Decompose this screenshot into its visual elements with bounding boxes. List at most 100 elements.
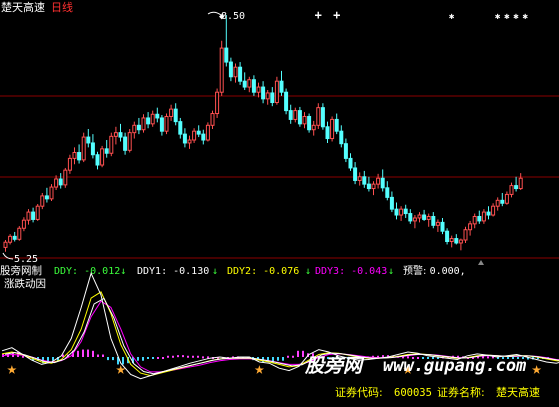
candle-body-down bbox=[58, 178, 63, 186]
candle-body-up bbox=[472, 215, 477, 225]
candle-body-down bbox=[366, 183, 371, 190]
candle-body-down bbox=[339, 130, 344, 145]
candle-body-up bbox=[150, 113, 155, 125]
ddy-bar bbox=[87, 349, 89, 357]
candle-body-down bbox=[270, 92, 275, 104]
candle-body-down bbox=[325, 126, 330, 140]
signal-star-icon: ★ bbox=[116, 359, 126, 379]
watermark: 股旁网 www.gupang.com bbox=[304, 355, 527, 377]
candle-body-down bbox=[408, 213, 413, 222]
ddy-bar bbox=[152, 357, 154, 359]
candle-body-down bbox=[86, 136, 91, 144]
candle-body-down bbox=[90, 142, 95, 156]
ddy-bar bbox=[22, 355, 24, 358]
ddy-bar bbox=[182, 355, 184, 358]
candle-body-down bbox=[288, 110, 293, 120]
marker-asterisk-icon: ✱ bbox=[504, 12, 510, 22]
candle-body-up bbox=[17, 227, 22, 240]
alert-legend: 预警: 0.000, bbox=[403, 264, 466, 277]
candle-body-up bbox=[274, 80, 279, 104]
candle-body-up bbox=[316, 107, 321, 126]
marker-asterisk-icon: ✱ bbox=[523, 12, 529, 22]
candle-body-up bbox=[495, 199, 500, 207]
candle-body-down bbox=[178, 121, 183, 135]
candle bbox=[307, 113, 312, 133]
candle-body-up bbox=[40, 195, 45, 207]
chart-root[interactable]: ◆ + + ✱ ✱ ✱ ✱ ✱ 8.50 5.25 楚天高速 日线 股旁网制 DDY: -0.… bbox=[0, 0, 559, 407]
ddy-bar bbox=[177, 355, 179, 358]
ddy-bar bbox=[107, 357, 109, 361]
candle bbox=[100, 145, 105, 168]
candle-body-up bbox=[371, 183, 376, 190]
ddy-bar bbox=[277, 357, 279, 361]
candle-body-up bbox=[468, 223, 473, 231]
candle-body-down bbox=[173, 108, 178, 123]
candle bbox=[330, 116, 335, 142]
candle-body-down bbox=[284, 91, 289, 112]
ddy-bar bbox=[187, 355, 189, 358]
ddy-bar bbox=[112, 357, 114, 361]
footer-info: 证券代码: 600035 证券名称: 楚天高速 bbox=[335, 385, 540, 399]
candle-body-up bbox=[458, 239, 463, 244]
candle-body-up bbox=[417, 214, 422, 219]
code-label: 证券代码: bbox=[335, 385, 383, 399]
candle-body-down bbox=[394, 208, 399, 216]
candle bbox=[49, 184, 54, 202]
candle-body-down bbox=[146, 117, 151, 125]
candle-body-up bbox=[481, 211, 486, 222]
watermark-brand: 股旁网 bbox=[304, 355, 365, 377]
ddy3-legend: DDY3: -0.043 bbox=[315, 266, 387, 277]
ddy-bar bbox=[202, 356, 204, 359]
candle bbox=[205, 122, 210, 142]
candle bbox=[35, 203, 40, 221]
candle-body-down bbox=[486, 211, 491, 216]
candle-body-up bbox=[518, 177, 523, 190]
marker-asterisk-icon: ✱ bbox=[513, 12, 519, 22]
candle-body-up bbox=[210, 113, 215, 126]
candle-body-up bbox=[54, 178, 59, 188]
candle-body-down bbox=[353, 167, 358, 181]
candle bbox=[215, 88, 220, 118]
ddy-bar bbox=[287, 355, 289, 358]
candle-body-up bbox=[435, 221, 440, 226]
candle-body-up bbox=[109, 135, 114, 154]
high-price-label: 8.50 bbox=[221, 11, 245, 22]
candle-body-up bbox=[376, 177, 381, 185]
ddy-bar bbox=[192, 355, 194, 358]
candle-body-down bbox=[104, 148, 109, 154]
candle-body-up bbox=[26, 211, 31, 221]
candle-body-down bbox=[12, 235, 17, 240]
stock-name-title: 楚天高速 bbox=[1, 0, 45, 14]
candle-body-down bbox=[95, 154, 100, 166]
candle-body-up bbox=[504, 193, 509, 204]
candle-body-down bbox=[242, 80, 247, 88]
ddy-bar bbox=[282, 357, 284, 361]
candle-body-down bbox=[238, 66, 243, 82]
candle-body-down bbox=[307, 115, 312, 131]
marker-asterisk-icon: ✱ bbox=[495, 12, 501, 22]
candle-body-down bbox=[343, 143, 348, 159]
ddy-bar bbox=[162, 357, 164, 359]
ddy-bar bbox=[142, 357, 144, 361]
candle-body-down bbox=[334, 118, 339, 132]
candle bbox=[127, 128, 132, 153]
ddy-bar bbox=[102, 354, 104, 357]
ddy-bar bbox=[197, 355, 199, 358]
candle-body-down bbox=[348, 157, 353, 169]
candle-body-up bbox=[35, 205, 40, 220]
candle-body-up bbox=[100, 148, 105, 166]
candle-body-down bbox=[385, 187, 390, 198]
candle-body-down bbox=[445, 230, 450, 242]
candle-body-up bbox=[219, 47, 224, 93]
candle-body-up bbox=[293, 110, 298, 120]
ddy-bar bbox=[172, 355, 174, 358]
ddy2-legend: DDY2: -0.076 bbox=[227, 266, 299, 277]
candle-body-down bbox=[403, 208, 408, 215]
candle-body-up bbox=[215, 91, 220, 115]
ddy-bar bbox=[167, 355, 169, 358]
candle-body-up bbox=[509, 185, 514, 195]
signal-star-icon: ★ bbox=[531, 359, 541, 379]
candle-body-up bbox=[21, 219, 26, 229]
ddy1-legend: DDY1: -0.130 bbox=[137, 266, 209, 277]
candle-body-down bbox=[261, 86, 266, 100]
